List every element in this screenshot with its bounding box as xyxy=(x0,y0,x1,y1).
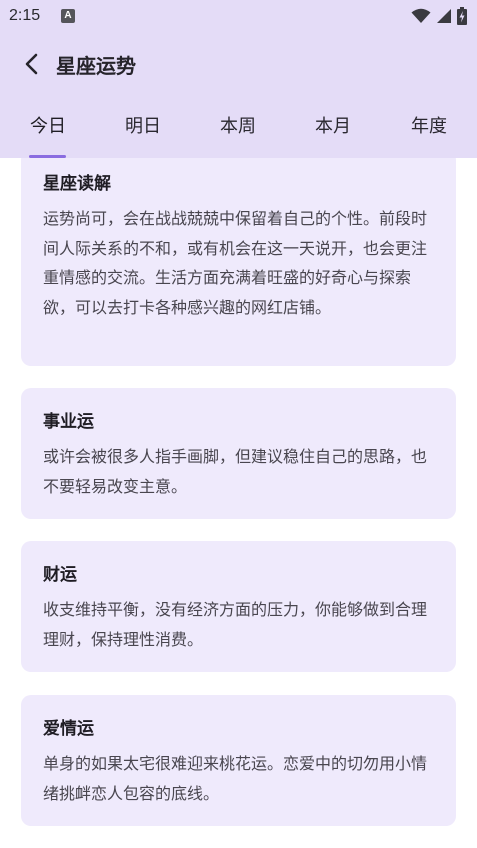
status-icons xyxy=(411,6,467,26)
section-title: 爱情运 xyxy=(43,719,94,739)
page-title: 星座运势 xyxy=(56,54,136,78)
wifi-icon xyxy=(411,8,431,23)
tab-indicator xyxy=(29,155,66,158)
tab-today[interactable]: 今日 xyxy=(3,105,93,158)
section-title: 星座读解 xyxy=(43,174,111,194)
tab-month[interactable]: 本月 xyxy=(288,105,378,158)
tab-tomorrow[interactable]: 明日 xyxy=(98,105,188,158)
section-body: 或许会被很多人指手画脚，但建议稳住自己的思路，也不要轻易改变主意。 xyxy=(43,447,428,496)
section-card-love: 爱情运 单身的如果太宅很难迎来桃花运。恋爱中的切勿用小情绪挑衅恋人包容的底线。 xyxy=(21,695,456,826)
section-title: 财运 xyxy=(43,565,77,585)
section-body: 收支维持平衡，没有经济方面的压力，你能够做到合理理财，保持理性消费。 xyxy=(43,600,428,649)
header: 2:15 A 星座运势 今日 明日 本周 本月 年度 xyxy=(0,0,477,158)
section-body: 运势尚可，会在战战兢兢中保留着自己的个性。前段时间人际关系的不和，或有机会在这一… xyxy=(43,209,428,317)
section-card-horoscope: 星座读解 运势尚可，会在战战兢兢中保留着自己的个性。前段时间人际关系的不和，或有… xyxy=(21,150,456,366)
status-bar: 2:15 A xyxy=(0,0,477,34)
tab-week[interactable]: 本周 xyxy=(193,105,283,158)
app-bar: 星座运势 xyxy=(0,36,477,92)
battery-charging-icon xyxy=(457,7,467,25)
section-body: 单身的如果太宅很难迎来桃花运。恋爱中的切勿用小情绪挑衅恋人包容的底线。 xyxy=(43,754,428,803)
back-button[interactable] xyxy=(14,46,50,82)
tab-bar: 今日 明日 本周 本月 年度 xyxy=(0,105,477,158)
signal-icon xyxy=(437,9,451,23)
status-time: 2:15 xyxy=(9,7,41,24)
arrow-left-icon xyxy=(25,53,38,75)
tab-year[interactable]: 年度 xyxy=(384,105,474,158)
notification-a-icon: A xyxy=(61,9,75,23)
section-card-career: 事业运 或许会被很多人指手画脚，但建议稳住自己的思路，也不要轻易改变主意。 xyxy=(21,388,456,519)
section-title: 事业运 xyxy=(43,412,94,432)
section-card-wealth: 财运 收支维持平衡，没有经济方面的压力，你能够做到合理理财，保持理性消费。 xyxy=(21,541,456,672)
